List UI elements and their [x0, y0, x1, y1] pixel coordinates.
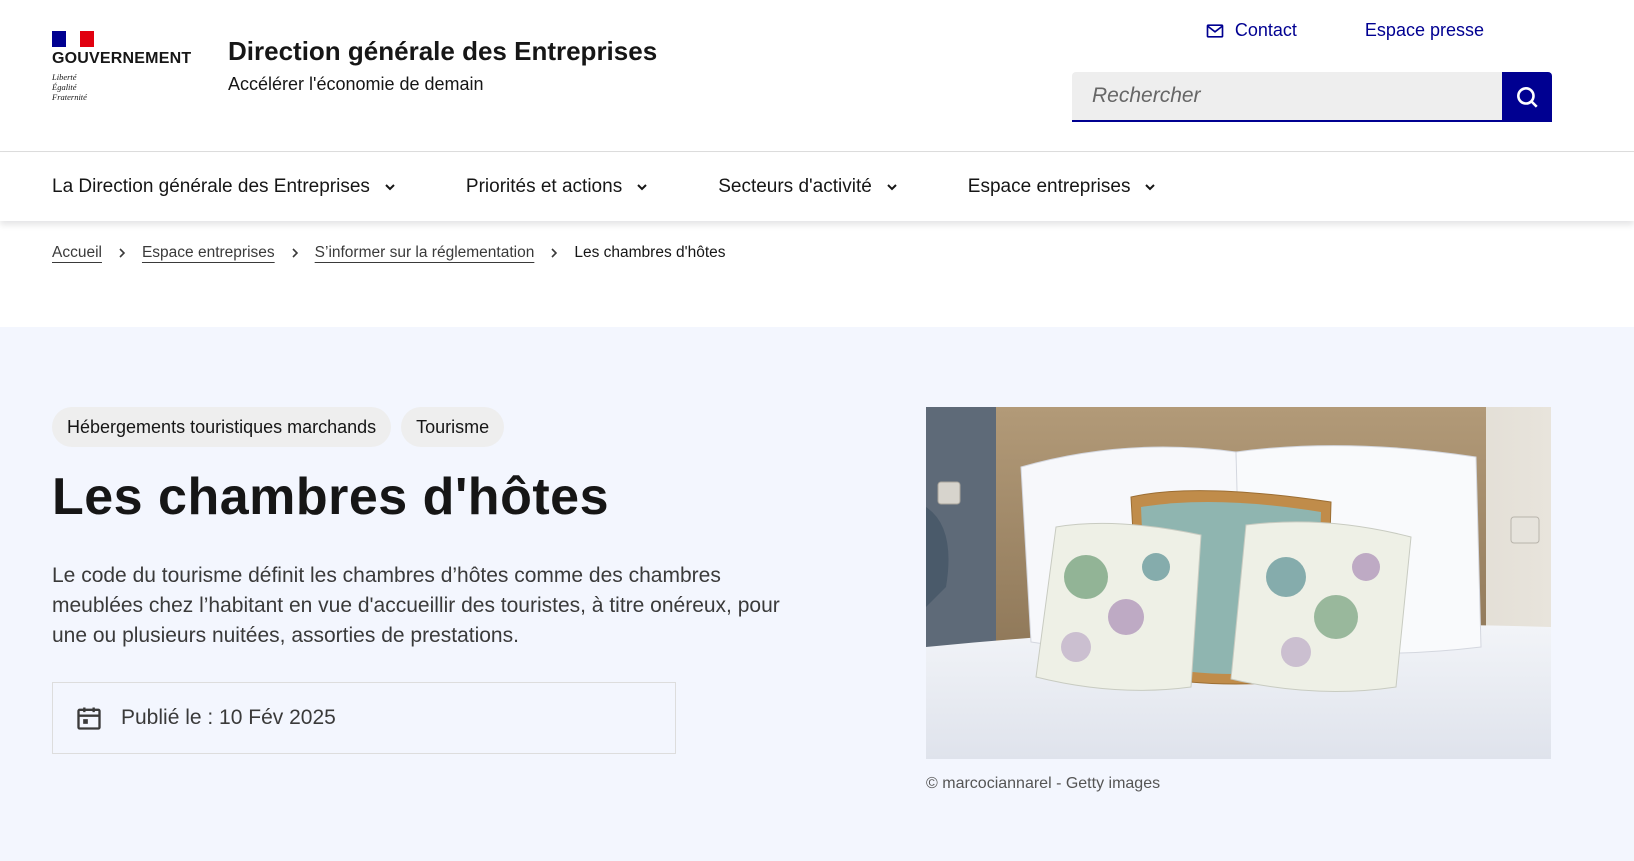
devise-liberte: Liberté — [52, 72, 77, 82]
tag-list: Hébergements touristiques marchands Tour… — [52, 407, 505, 447]
image-credit: © marcociannarel - Getty images — [926, 775, 1161, 792]
site-header: GOUVERNEMENT Liberté Égalité Fraternité … — [0, 0, 1634, 152]
article-image — [926, 407, 1551, 759]
chevron-right-icon — [548, 247, 560, 259]
site-tagline: Accélérer l'économie de demain — [228, 74, 484, 94]
nav-item-espace-entreprises[interactable]: Espace entreprises — [968, 176, 1159, 198]
publication-date-box: Publié le : 10 Fév 2025 — [52, 682, 676, 754]
nav-item-secteurs[interactable]: Secteurs d'activité — [718, 176, 900, 198]
nav-item-label: Espace entreprises — [967, 176, 1131, 197]
chevron-down-icon — [887, 184, 897, 191]
nav-item-direction[interactable]: La Direction générale des Entreprises — [52, 176, 398, 198]
article-description: Le code du tourisme définit les chambres… — [52, 564, 780, 647]
main-navigation: La Direction générale des Entreprises Pr… — [0, 153, 1634, 221]
logo-devise: Liberté Égalité Fraternité — [52, 72, 192, 102]
nav-item-label: Secteurs d'activité — [718, 176, 872, 197]
search-icon — [1517, 87, 1538, 108]
nav-item-priorites[interactable]: Priorités et actions — [466, 176, 650, 198]
government-logo[interactable]: GOUVERNEMENT Liberté Égalité Fraternité — [52, 31, 192, 102]
breadcrumb-link-espace-entreprises[interactable]: Espace entreprises — [142, 244, 275, 262]
chevron-right-icon — [116, 247, 128, 259]
search-input[interactable] — [1072, 72, 1502, 122]
chevron-down-icon — [385, 184, 395, 191]
logo-gouvernement-text: GOUVERNEMENT — [52, 50, 192, 67]
chevron-down-icon — [1145, 184, 1156, 191]
search-button[interactable] — [1502, 72, 1552, 122]
mail-icon — [1206, 23, 1224, 38]
breadcrumb-current: Les chambres d'hôtes — [574, 244, 726, 261]
calendar-icon — [77, 707, 101, 730]
french-flag-icon — [52, 31, 94, 47]
devise-fraternite: Fraternité — [52, 92, 87, 102]
contact-label: Contact — [1234, 20, 1297, 40]
breadcrumb-link-reglementation[interactable]: S’informer sur la réglementation — [315, 244, 535, 262]
header-tools: Contact Espace presse — [1205, 20, 1484, 41]
espace-presse-label: Espace presse — [1364, 20, 1484, 40]
breadcrumb-link-accueil[interactable]: Accueil — [52, 244, 102, 262]
bedroom-photo-illustration — [926, 407, 1551, 759]
breadcrumb: Accueil Espace entreprises S’informer su… — [52, 244, 726, 262]
contact-link[interactable]: Contact — [1205, 20, 1297, 41]
nav-item-label: Priorités et actions — [465, 176, 623, 197]
tag-hebergements[interactable]: Hébergements touristiques marchands — [52, 407, 392, 447]
chevron-down-icon — [637, 184, 647, 191]
chevron-right-icon — [289, 247, 301, 259]
page-title: Les chambres d'hôtes — [52, 468, 609, 526]
site-title[interactable]: Direction générale des Entreprises — [228, 36, 657, 67]
espace-presse-link[interactable]: Espace presse — [1365, 20, 1484, 41]
devise-egalite: Égalité — [52, 82, 77, 92]
tag-tourisme[interactable]: Tourisme — [401, 407, 505, 447]
article-hero: Hébergements touristiques marchands Tour… — [0, 327, 1634, 861]
search-bar — [1072, 72, 1552, 122]
nav-item-label: La Direction générale des Entreprises — [52, 176, 370, 197]
publication-date: Publié le : 10 Fév 2025 — [121, 706, 336, 729]
